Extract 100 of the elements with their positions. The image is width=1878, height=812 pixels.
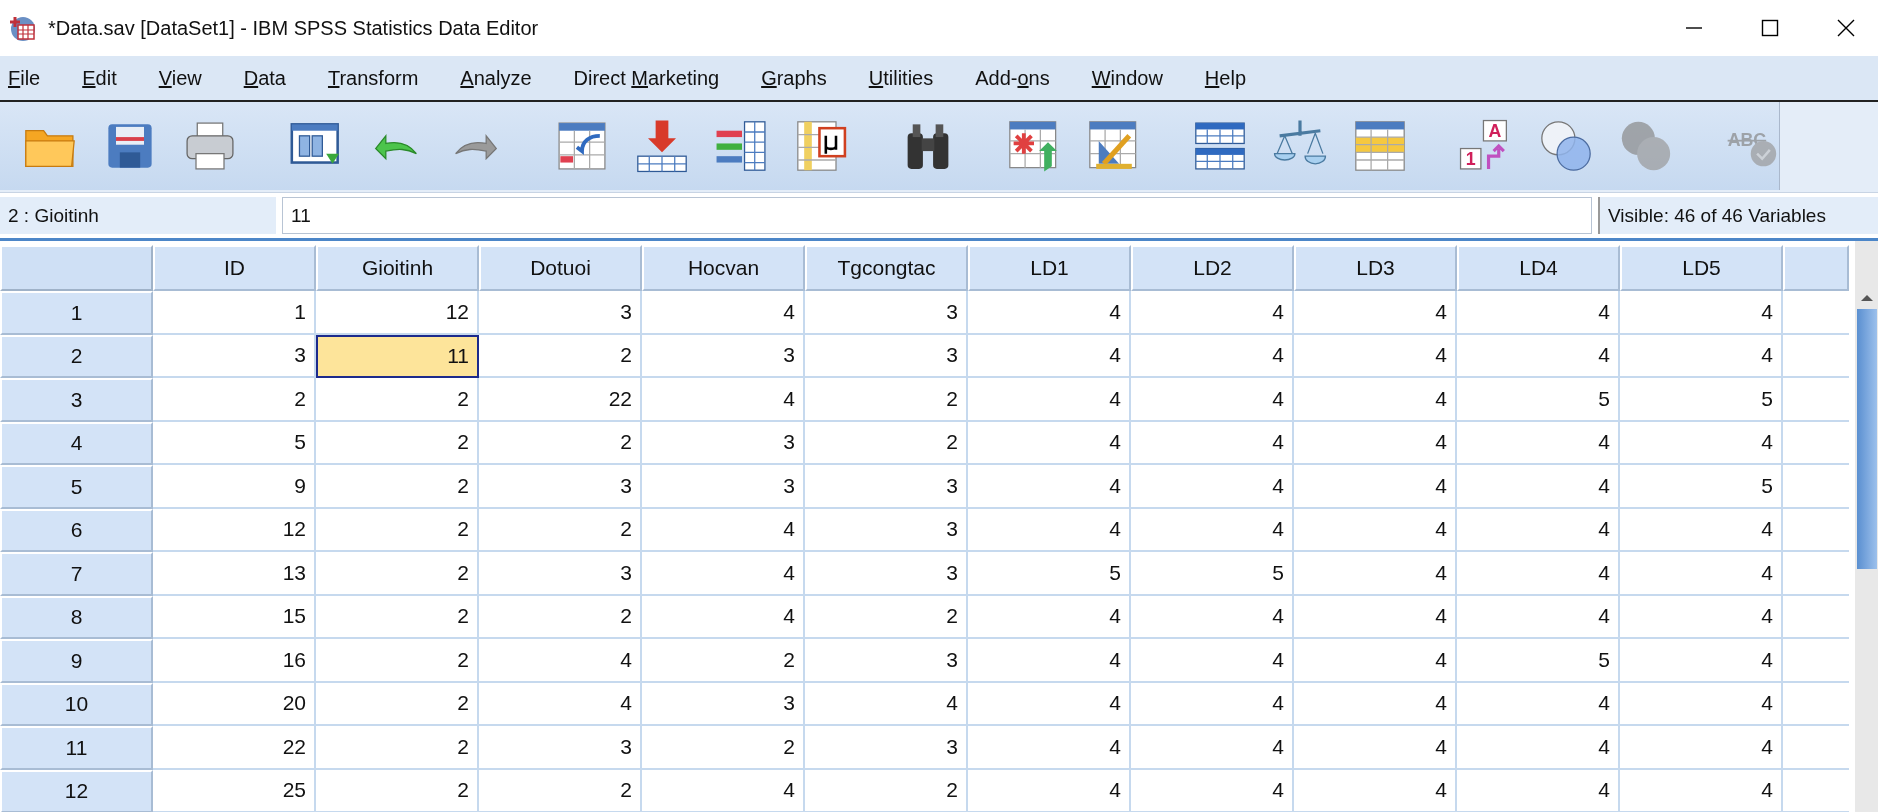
table-cell[interactable]: 4: [1294, 465, 1457, 509]
table-cell[interactable]: 2: [316, 552, 479, 596]
table-cell[interactable]: 22: [153, 726, 316, 770]
circles-icon[interactable]: [1538, 118, 1594, 174]
table-cell[interactable]: 5: [1620, 465, 1783, 509]
table-cell[interactable]: 5: [1457, 378, 1620, 422]
table-cell[interactable]: 3: [642, 421, 805, 465]
table-cell[interactable]: 4: [968, 334, 1131, 378]
row-header[interactable]: 8: [0, 595, 153, 639]
cell-value-field[interactable]: 11: [282, 197, 1592, 234]
table-cell[interactable]: 4: [642, 769, 805, 812]
column-header[interactable]: ID: [153, 245, 316, 291]
table-cell[interactable]: 2: [153, 378, 316, 422]
close-icon[interactable]: [1836, 18, 1856, 38]
table-cell[interactable]: 4: [1457, 291, 1620, 335]
scroll-thumb[interactable]: [1856, 309, 1877, 569]
table-cell[interactable]: 4: [1131, 595, 1294, 639]
table-cell[interactable]: 4: [1620, 291, 1783, 335]
table-cell[interactable]: 3: [805, 639, 968, 683]
table-cell[interactable]: 4: [642, 291, 805, 335]
menu-item[interactable]: Help: [1200, 62, 1250, 94]
highlighted-grid-icon[interactable]: [1352, 118, 1408, 174]
table-cell[interactable]: 3: [805, 726, 968, 770]
row-header[interactable]: 12: [0, 769, 153, 812]
table-cell[interactable]: 4: [1131, 378, 1294, 422]
table-cell[interactable]: 20: [153, 682, 316, 726]
row-header[interactable]: 9: [0, 639, 153, 683]
maximize-icon[interactable]: [1760, 18, 1780, 38]
table-cell[interactable]: 4: [1620, 639, 1783, 683]
table-cell[interactable]: 4: [968, 378, 1131, 422]
table-cell[interactable]: 4: [1131, 508, 1294, 552]
menu-item[interactable]: Direct Marketing: [569, 62, 724, 94]
table-cell[interactable]: 4: [1294, 421, 1457, 465]
column-header[interactable]: LD2: [1131, 245, 1294, 291]
menu-item[interactable]: Window: [1087, 62, 1167, 94]
table-cell[interactable]: 2: [316, 421, 479, 465]
table-cell[interactable]: 4: [1457, 769, 1620, 812]
table-cell[interactable]: 4: [1457, 334, 1620, 378]
table-cell[interactable]: 4: [968, 769, 1131, 812]
table-cell[interactable]: 4: [1294, 291, 1457, 335]
table-cell[interactable]: 2: [642, 639, 805, 683]
table-cell[interactable]: 4: [1131, 421, 1294, 465]
table-cell[interactable]: 2: [805, 378, 968, 422]
row-header[interactable]: 1: [0, 291, 153, 335]
table-cell[interactable]: 3: [642, 465, 805, 509]
table-cell[interactable]: 4: [1131, 291, 1294, 335]
table-cell[interactable]: 3: [479, 465, 642, 509]
table-cell[interactable]: 3: [805, 465, 968, 509]
menu-item[interactable]: Add-ons: [971, 62, 1054, 94]
table-cell[interactable]: 4: [1620, 334, 1783, 378]
table-cell[interactable]: 4: [968, 508, 1131, 552]
row-header[interactable]: 3: [0, 378, 153, 422]
table-cell[interactable]: 4: [1294, 334, 1457, 378]
table-cell[interactable]: 4: [968, 465, 1131, 509]
menu-item[interactable]: File: [4, 62, 45, 94]
table-cell[interactable]: 4: [1294, 682, 1457, 726]
table-cell[interactable]: 4: [968, 639, 1131, 683]
table-cell[interactable]: 4: [1131, 682, 1294, 726]
table-cell[interactable]: 4: [1620, 552, 1783, 596]
table-cell[interactable]: 4: [642, 508, 805, 552]
table-cell[interactable]: 4: [1620, 421, 1783, 465]
table-cell[interactable]: 12: [153, 508, 316, 552]
table-cell[interactable]: 2: [316, 595, 479, 639]
table-cell[interactable]: 5: [1131, 552, 1294, 596]
table-cell[interactable]: 4: [1620, 682, 1783, 726]
table-cell[interactable]: 3: [805, 552, 968, 596]
table-cell[interactable]: 4: [1131, 334, 1294, 378]
row-header[interactable]: 10: [0, 682, 153, 726]
table-cell[interactable]: 2: [316, 639, 479, 683]
column-header[interactable]: Gioitinh: [316, 245, 479, 291]
table-cell[interactable]: 25: [153, 769, 316, 812]
table-cell[interactable]: 4: [1457, 421, 1620, 465]
table-cell[interactable]: 4: [1131, 726, 1294, 770]
column-header[interactable]: LD4: [1457, 245, 1620, 291]
row-header[interactable]: 11: [0, 726, 153, 770]
table-cell[interactable]: 2: [316, 726, 479, 770]
table-cell[interactable]: 4: [1457, 682, 1620, 726]
table-cell[interactable]: 2: [316, 465, 479, 509]
table-cell[interactable]: 4: [968, 682, 1131, 726]
table-cell[interactable]: 2: [479, 769, 642, 812]
table-cell[interactable]: 5: [968, 552, 1131, 596]
table-cell[interactable]: 4: [1457, 552, 1620, 596]
menu-item[interactable]: Graphs: [757, 62, 831, 94]
table-cell[interactable]: 4: [1294, 595, 1457, 639]
table-cell[interactable]: 4: [1131, 769, 1294, 812]
table-cell[interactable]: 4: [968, 291, 1131, 335]
table-cell[interactable]: 4: [968, 421, 1131, 465]
table-cell[interactable]: 4: [1457, 595, 1620, 639]
table-cell[interactable]: 3: [805, 334, 968, 378]
menu-item[interactable]: Analyze: [456, 62, 536, 94]
row-header[interactable]: 6: [0, 508, 153, 552]
table-cell[interactable]: 2: [316, 378, 479, 422]
table-cell[interactable]: 4: [1294, 639, 1457, 683]
table-cell[interactable]: 2: [805, 595, 968, 639]
menu-item[interactable]: Transform: [323, 62, 423, 94]
table-cell[interactable]: 5: [1457, 639, 1620, 683]
menu-item[interactable]: Utilities: [864, 62, 938, 94]
table-cell[interactable]: 4: [1131, 639, 1294, 683]
table-cell[interactable]: 4: [479, 639, 642, 683]
table-cell[interactable]: 3: [805, 508, 968, 552]
